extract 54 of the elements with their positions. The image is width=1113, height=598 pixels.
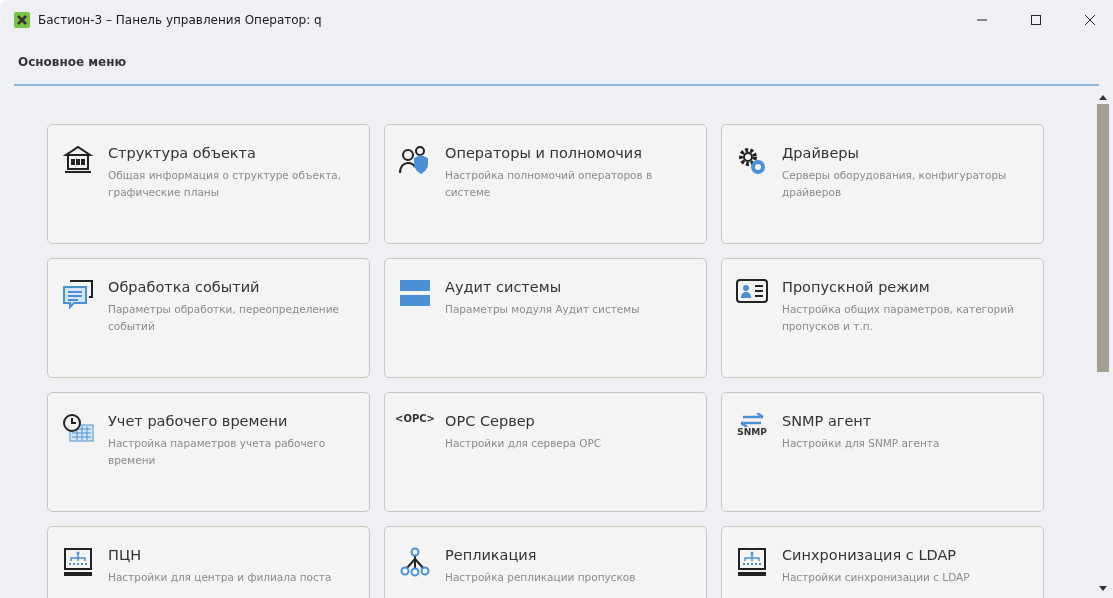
tile-description: Параметры обработки, переопределение событий <box>108 302 340 334</box>
tile-title: Структура объекта <box>108 145 257 161</box>
tile-title: ПЦН <box>108 547 143 563</box>
building-icon <box>63 145 93 173</box>
close-icon <box>1085 15 1095 25</box>
clock-calendar-icon <box>62 413 94 443</box>
tile-description: Настройка репликации пропусков <box>445 570 636 585</box>
scroll-up-icon[interactable] <box>1099 94 1107 100</box>
tile-title: Операторы и полномочия <box>445 145 643 161</box>
opc-icon: <OPC> <box>395 413 435 511</box>
tile-title: Учет рабочего времени <box>108 413 289 429</box>
operators-shield-icon <box>399 145 431 175</box>
tile-description: Настройки для сервера OPC <box>445 436 602 451</box>
tile-title: SNMP агент <box>782 413 873 429</box>
scroll-down-icon[interactable] <box>1099 586 1107 592</box>
tile-description: Настройки синхронизации с LDAP <box>782 570 970 585</box>
gears-icon <box>736 145 768 177</box>
tile-title: Аудит системы <box>445 279 563 295</box>
tile-title: Обработка событий <box>108 279 261 295</box>
chat-icon <box>62 279 94 309</box>
menu-tile[interactable]: Синхронизация с LDAP Настройки синхронизации с LDAP <box>721 526 1044 598</box>
menu-tile[interactable]: Драйверы Серверы оборудования, конфигураторы драйверов <box>721 124 1044 244</box>
tile-title: OPC Сервер <box>445 413 536 429</box>
window-title: Бастион-3 – Панель управления Оператор: q <box>38 13 323 27</box>
tile-title: Драйверы <box>782 145 860 161</box>
tile-title: Синхронизация с LDAP <box>782 547 958 563</box>
menu-tile[interactable]: Репликация Настройка репликации пропусков <box>384 526 707 598</box>
tile-description: Параметры модуля Аудит системы <box>445 302 640 317</box>
tile-description: Настройка общих параметров, категорий пропусков и т.п. <box>782 302 1015 334</box>
tile-description: Настройка параметров учета рабочего времени <box>108 436 327 468</box>
menu-heading: Основное меню <box>17 55 127 69</box>
menu-tile[interactable]: Операторы и полномочия Настройка полномочий операторов в системе <box>384 124 707 244</box>
menu-tile[interactable]: Пропускной режим Настройка общих параметров, категорий пропусков и т.п. <box>721 258 1044 378</box>
tile-title: Пропускной режим <box>782 279 931 295</box>
two-bars-icon <box>399 279 431 307</box>
menu-tile[interactable]: Аудит системы Параметры модуля Аудит системы <box>384 258 707 378</box>
id-card-icon <box>736 279 768 303</box>
tile-title: Репликация <box>445 547 538 563</box>
menu-tile[interactable]: Учет рабочего времени Настройка параметров учета рабочего времени <box>47 392 370 512</box>
monitor-network-icon <box>737 547 767 577</box>
menu-tile[interactable]: <OPC> OPC Сервер Настройки для сервера OPC <box>384 392 707 512</box>
menu-tile[interactable]: SNMP SNMP агент Настройки для SNMP агента <box>721 392 1044 512</box>
tile-description: Настройки для SNMP агента <box>782 436 940 451</box>
tile-description: Общая информация о структуре объекта, графические планы <box>108 168 343 200</box>
tile-description: Серверы оборудования, конфигураторы драйверов <box>782 168 1008 200</box>
monitor-network-icon <box>63 547 93 577</box>
tile-description: Настройки для центра и филиала поста <box>108 570 332 585</box>
menu-tile[interactable]: Обработка событий Параметры обработки, переопределение событий <box>47 258 370 378</box>
maximize-icon <box>1031 15 1041 25</box>
menu-tile[interactable]: ПЦН Настройки для центра и филиала поста <box>47 526 370 598</box>
menu-tile[interactable]: Структура объекта Общая информация о структуре объекта, графические планы <box>47 124 370 244</box>
app-logo-icon <box>14 12 30 28</box>
nodes-icon <box>400 547 430 577</box>
tile-description: Настройка полномочий операторов в системе <box>445 168 654 200</box>
